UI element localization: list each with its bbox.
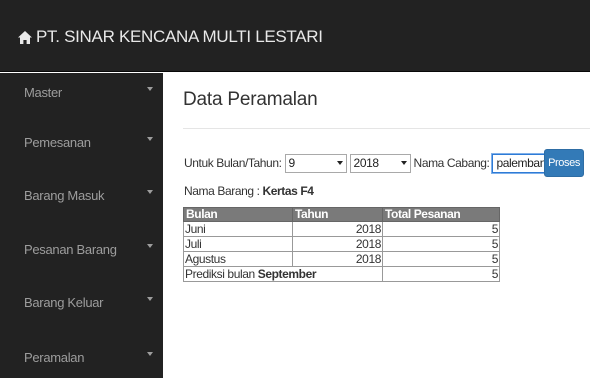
column-header-total: Total Pesanan <box>382 207 500 222</box>
sidebar-item-label: Peramalan <box>24 349 85 365</box>
cabang-label: Nama Cabang: <box>413 156 490 170</box>
dropdown-arrow-icon <box>400 161 407 165</box>
brand-link[interactable]: PT. SINAR KENCANA MULTI LESTARI <box>18 26 323 48</box>
prediksi-label: Prediksi bulan <box>185 267 255 281</box>
main-content: Data Peramalan Untuk Bulan/Tahun: 9 2018… <box>163 73 590 378</box>
sidebar-item-barang-masuk[interactable]: Barang Masuk <box>0 181 163 209</box>
caret-down-icon <box>147 244 153 248</box>
prediksi-row: Prediksi bulan September 5 <box>183 266 500 282</box>
sidebar-item-master[interactable]: Master <box>0 78 163 106</box>
nama-barang-label: Nama Barang : <box>184 184 260 198</box>
table-row: Juni 2018 5 <box>183 221 500 237</box>
cell-tahun: 2018 <box>292 236 383 252</box>
caret-down-icon <box>147 297 153 301</box>
sidebar-item-label: Master <box>24 84 62 100</box>
table-header-row: Bulan Tahun Total Pesanan <box>183 207 500 222</box>
cell-bulan: Agustus <box>183 251 293 267</box>
cell-tahun: 2018 <box>292 221 383 237</box>
column-header-bulan: Bulan <box>183 207 293 222</box>
bulan-select-value: 9 <box>288 156 296 170</box>
nama-barang-value: Kertas F4 <box>262 184 314 198</box>
sidebar-item-label: Barang Masuk <box>24 187 105 203</box>
sidebar: Master Pemesanan Barang Masuk Pesanan Ba… <box>0 73 163 378</box>
caret-down-icon <box>147 87 153 91</box>
caret-down-icon <box>147 137 153 141</box>
sidebar-item-pemesanan[interactable]: Pemesanan <box>0 128 163 156</box>
sidebar-item-label: Pemesanan <box>24 134 91 150</box>
bulan-tahun-label: Untuk Bulan/Tahun: <box>184 156 282 170</box>
dropdown-arrow-icon <box>336 161 343 165</box>
filter-form: Untuk Bulan/Tahun: 9 2018 Nama Cabang: p… <box>184 151 571 175</box>
cell-bulan: Juni <box>183 221 293 237</box>
brand-title: PT. SINAR KENCANA MULTI LESTARI <box>36 27 323 46</box>
divider <box>183 128 590 129</box>
column-header-tahun: Tahun <box>292 207 383 222</box>
sidebar-item-peramalan[interactable]: Peramalan <box>0 343 163 371</box>
cell-total: 5 <box>382 236 500 252</box>
prediksi-bulan: September <box>257 267 317 281</box>
cell-prediksi-label: Prediksi bulan September <box>183 266 383 282</box>
top-navbar: PT. SINAR KENCANA MULTI LESTARI <box>0 0 590 72</box>
nama-barang: Nama Barang : Kertas F4 <box>184 184 314 198</box>
tahun-select[interactable]: 2018 <box>349 153 411 173</box>
sidebar-item-label: Barang Keluar <box>24 294 104 310</box>
peramalan-table: Bulan Tahun Total Pesanan Juni 2018 5 Ju… <box>183 207 500 282</box>
sidebar-item-pesanan-barang[interactable]: Pesanan Barang <box>0 235 163 263</box>
proses-button[interactable]: Proses <box>544 149 584 177</box>
cell-total: 5 <box>382 221 500 237</box>
table-row: Juli 2018 5 <box>183 236 500 252</box>
page-title: Data Peramalan <box>183 89 318 110</box>
cell-bulan: Juli <box>183 236 293 252</box>
cell-tahun: 2018 <box>292 251 383 267</box>
caret-down-icon <box>147 352 153 356</box>
table-row: Agustus 2018 5 <box>183 251 500 267</box>
cell-total: 5 <box>382 251 500 267</box>
sidebar-item-barang-keluar[interactable]: Barang Keluar <box>0 288 163 316</box>
tahun-select-value: 2018 <box>353 156 380 170</box>
cell-prediksi-total: 5 <box>382 266 500 282</box>
sidebar-item-label: Pesanan Barang <box>24 241 117 257</box>
bulan-select[interactable]: 9 <box>284 153 347 173</box>
caret-down-icon <box>147 190 153 194</box>
home-icon <box>18 30 32 44</box>
